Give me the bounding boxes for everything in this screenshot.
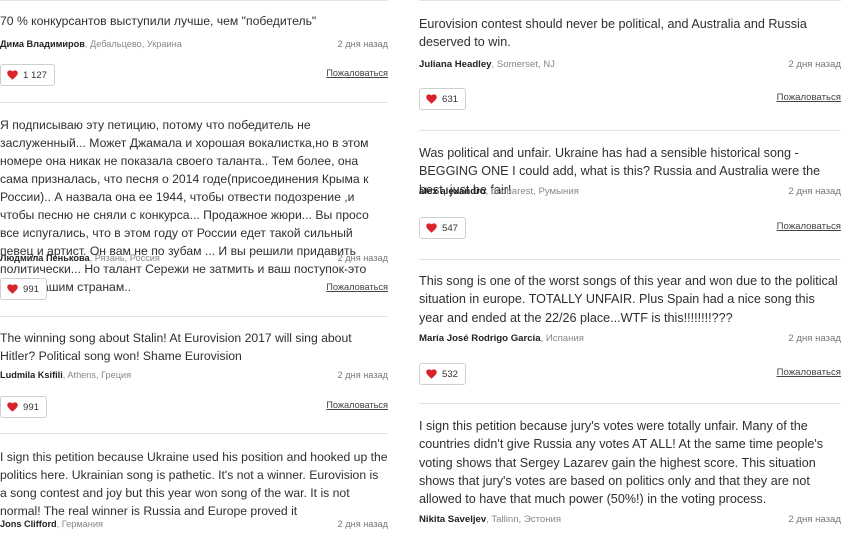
comment-location: , Германия bbox=[56, 519, 103, 529]
comment-divider bbox=[419, 130, 841, 131]
like-count: 991 bbox=[23, 283, 40, 295]
comment-location: , Испания bbox=[540, 333, 584, 344]
heart-icon bbox=[426, 94, 437, 104]
comment-location: , Tallinn, Эстония bbox=[486, 514, 562, 525]
like-count: 991 bbox=[23, 401, 40, 413]
comment-author[interactable]: Jons Clifford bbox=[0, 519, 57, 529]
comment-text: The winning song about Stalin! At Eurovi… bbox=[0, 331, 352, 363]
like-count: 1 127 bbox=[23, 69, 48, 81]
comment-text: Я подписываю эту петицию, потому что поб… bbox=[0, 118, 369, 294]
comment-meta: María José Rodrigo García, Испания bbox=[419, 333, 584, 345]
report-link[interactable]: Пожаловаться bbox=[326, 68, 388, 78]
report-link[interactable]: Пожаловаться bbox=[777, 221, 841, 232]
comment-date: 2 дня назад bbox=[788, 514, 841, 525]
comment-divider bbox=[0, 102, 388, 103]
comment-date: 2 дня назад bbox=[337, 253, 388, 263]
comment-date: 2 дня назад bbox=[337, 370, 388, 380]
comment-meta: Nikita Saveljev, Tallinn, Эстония bbox=[419, 514, 561, 526]
like-button[interactable]: 991 bbox=[0, 278, 48, 300]
comment-text: I sign this petition because Ukraine use… bbox=[0, 450, 388, 518]
comment-meta: Людмила Пенькова, Рязань, Россия bbox=[0, 252, 160, 264]
like-count: 532 bbox=[442, 368, 459, 380]
report-link[interactable]: Пожаловаться bbox=[326, 400, 388, 410]
report-link[interactable]: Пожаловаться bbox=[326, 282, 388, 292]
comment-divider bbox=[419, 0, 841, 1]
comment-author[interactable]: Juliana Headley bbox=[419, 59, 492, 70]
comment-author[interactable]: alex alexandro bbox=[419, 186, 486, 197]
comment-author[interactable]: Дима Владимиров bbox=[0, 39, 85, 49]
report-link[interactable]: Пожаловаться bbox=[777, 367, 841, 378]
like-button[interactable]: 991 bbox=[0, 396, 48, 418]
heart-icon bbox=[7, 70, 18, 80]
report-link[interactable]: Пожаловаться bbox=[777, 92, 841, 103]
heart-icon bbox=[7, 402, 18, 412]
comment-divider bbox=[419, 259, 841, 260]
comment-author[interactable]: María José Rodrigo García bbox=[419, 333, 541, 344]
comment-divider bbox=[0, 316, 388, 317]
comment-date: 2 дня назад bbox=[337, 519, 388, 529]
comment-author[interactable]: Ludmila Ksifili bbox=[0, 370, 63, 380]
like-count: 631 bbox=[442, 93, 459, 105]
comment-text: I sign this petition because jury's vote… bbox=[419, 419, 824, 507]
comment-location: , bucharest, Румыния bbox=[485, 186, 579, 197]
heart-icon bbox=[7, 284, 18, 294]
like-button[interactable]: 532 bbox=[419, 363, 467, 385]
comment-text: Eurovision contest should never be polit… bbox=[419, 17, 807, 50]
comment-meta: Juliana Headley, Somerset, NJ bbox=[419, 59, 555, 71]
comment-date: 2 дня назад bbox=[788, 59, 841, 70]
comment-location: , Somerset, NJ bbox=[491, 59, 555, 70]
comment-date: 2 дня назад bbox=[788, 186, 841, 197]
heart-icon bbox=[426, 369, 437, 379]
comment-author[interactable]: Людмила Пенькова bbox=[0, 253, 90, 263]
comment-meta: alex alexandro, bucharest, Румыния bbox=[419, 186, 579, 198]
like-button[interactable]: 1 127 bbox=[0, 64, 56, 86]
like-count: 547 bbox=[442, 222, 459, 234]
comment-location: , Дебальцево, Украина bbox=[84, 39, 182, 49]
heart-icon bbox=[426, 223, 437, 233]
like-button[interactable]: 547 bbox=[419, 217, 467, 239]
comment-meta: Ludmila Ksifili, Athens, Греция bbox=[0, 369, 131, 381]
comment-text: This song is one of the worst songs of t… bbox=[419, 274, 838, 325]
comment-location: , Рязань, Россия bbox=[89, 253, 160, 263]
comment-location: , Athens, Греция bbox=[62, 370, 132, 380]
comment-date: 2 дня назад bbox=[788, 333, 841, 344]
comment-divider bbox=[0, 433, 388, 434]
comment-meta: Дима Владимиров, Дебальцево, Украина bbox=[0, 38, 182, 50]
comment-author[interactable]: Nikita Saveljev bbox=[419, 514, 486, 525]
comment-date: 2 дня назад bbox=[337, 39, 388, 49]
comment-divider bbox=[0, 0, 388, 1]
like-button[interactable]: 631 bbox=[419, 88, 467, 110]
comment-divider bbox=[419, 403, 841, 404]
comment-text: 70 % конкурсантов выступили лучше, чем "… bbox=[0, 14, 317, 28]
comment-meta: Jons Clifford, Германия bbox=[0, 518, 103, 530]
